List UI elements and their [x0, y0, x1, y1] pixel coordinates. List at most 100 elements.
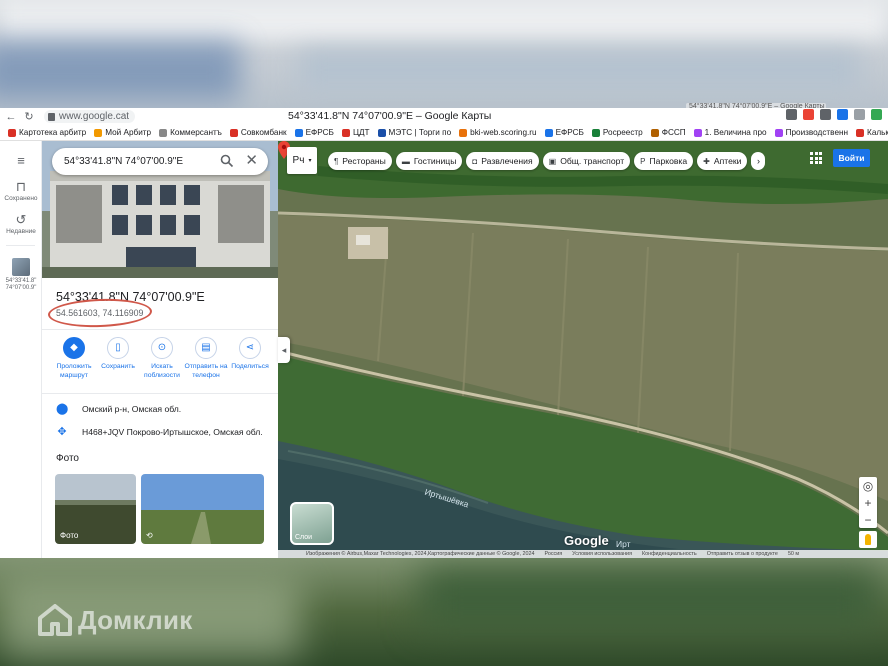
chip-parking[interactable]: P Парковка	[634, 152, 694, 170]
watermark-text: Домклик	[78, 604, 193, 635]
footer-item: Изображения © Airbus,Maxar Technologies,…	[306, 551, 535, 557]
photo-thumbnail[interactable]: Фото	[55, 474, 136, 544]
hamburger-icon: ≡	[17, 153, 25, 168]
bookmark-item[interactable]: Коммерсантъ	[159, 128, 222, 137]
bookmark-label: 1. Величина про	[704, 128, 767, 137]
parking-icon: P	[640, 156, 646, 166]
bookmark-item[interactable]: ЕФРСБ	[544, 128, 584, 137]
plus-code-row[interactable]: ✥ H468+JQV Покрово-Иртышское, Омская обл…	[56, 425, 262, 438]
bookmark-item[interactable]: Кальку	[856, 128, 888, 137]
hotel-icon: ▬	[401, 156, 410, 166]
recent-button[interactable]: ↺ Недавние	[0, 212, 42, 235]
back-icon[interactable]: ←	[4, 111, 18, 123]
address-text: Омский р-н, Омская обл.	[82, 403, 182, 414]
bookmark-label: ЕФРСБ	[555, 128, 584, 137]
bookmark-item[interactable]: ЦДТ	[341, 128, 370, 137]
search-icon[interactable]	[220, 154, 234, 168]
recent-place-item[interactable]: 54°33'41.8" 74°07'00.9"	[0, 258, 42, 292]
bookmark-label: ЕФРСБ	[305, 128, 334, 137]
pegman-icon[interactable]	[859, 531, 877, 548]
directions-icon: ◆	[63, 337, 85, 359]
plus-code-icon: ✥	[57, 426, 67, 438]
bookmark-item[interactable]: МЭТС | Торги по	[377, 128, 452, 137]
chip-hotel[interactable]: ▬ Гостиницы	[395, 152, 463, 170]
chip-label: Гостиницы	[413, 156, 457, 166]
action-buttons: ◆ Проложить маршрут ▯ Сохранить ⊙ Искать побл…	[52, 337, 272, 380]
footer-item[interactable]: Отправить отзыв о продукте	[707, 551, 778, 557]
saved-button[interactable]: ⊓ Сохранено	[0, 179, 42, 202]
footer-item: 50 м	[787, 551, 800, 557]
bookmark-item[interactable]: Совкомбанк	[229, 128, 287, 137]
bookmark-favicon-icon	[294, 128, 303, 137]
bookmark-favicon-icon	[229, 128, 238, 137]
bookmark-label: Производственн	[785, 128, 849, 137]
action-bookmark-button[interactable]: ▯ Сохранить	[96, 337, 140, 380]
transit-icon: ▣	[548, 156, 557, 166]
bookmark-item[interactable]: Росреестр	[591, 128, 643, 137]
extension-puzzle-icon[interactable]	[854, 109, 865, 120]
map-type-selector[interactable]: Рч ▾	[287, 147, 317, 174]
close-icon[interactable]: ✕	[245, 153, 258, 169]
bookmark-item[interactable]: Производственн	[774, 128, 849, 137]
extension-red-icon[interactable]	[803, 109, 814, 120]
footer-item[interactable]: Россия	[544, 551, 562, 557]
action-directions-button[interactable]: ◆ Проложить маршрут	[52, 337, 96, 380]
bookmark-label: Росреестр	[602, 128, 643, 137]
action-nearby-button[interactable]: ⊙ Искать поблизости	[140, 337, 184, 380]
action-share-button[interactable]: ⋖ Поделиться	[228, 337, 272, 380]
apps-grid-icon[interactable]	[810, 152, 822, 164]
side-rail: ≡ ⊓ Сохранено ↺ Недавние 54°33'41.8" 74°…	[0, 141, 42, 558]
nearby-icon: ⊙	[151, 337, 173, 359]
address-bar[interactable]: www.google.cat	[44, 110, 136, 123]
chip-restaurant[interactable]: ¶ Рестораны	[328, 152, 392, 170]
menu-button[interactable]: ≡	[0, 153, 42, 169]
collapse-panel-button[interactable]: ◂	[278, 337, 290, 363]
satellite-map[interactable]: Иртышёвка Ирт Рч ▾ ¶ Рестораны ▬ Гостиницы ◘…	[278, 141, 888, 558]
chip-camera[interactable]: ◘ Развлечения	[466, 152, 539, 170]
extension-gray-icon[interactable]	[820, 109, 831, 120]
bookmark-favicon-icon	[377, 128, 386, 137]
chevron-down-icon: ▾	[308, 158, 312, 164]
bookmark-item[interactable]: Мой Арбитр	[94, 128, 151, 137]
bookmark-label: МЭТС | Торги по	[388, 128, 452, 137]
layers-button[interactable]: Слои	[290, 502, 334, 545]
bookmark-item[interactable]: Картотека арбитр	[8, 128, 86, 137]
place-panel: 54°33'41.8"N 74°07'00.9"E ✕ 54°33'41.8"N…	[42, 141, 278, 558]
extension-green-icon[interactable]	[871, 109, 882, 120]
my-location-icon[interactable]: ◎	[859, 477, 877, 494]
footer-item[interactable]: Условия использования	[572, 551, 632, 557]
camera-icon: ◘	[472, 156, 478, 166]
bookmark-label: ЦДТ	[352, 128, 370, 137]
bookmark-item[interactable]: ЕФРСБ	[294, 128, 334, 137]
street-view-icon: ⟲	[146, 531, 153, 540]
bookmark-favicon-icon	[341, 128, 350, 137]
extension-blue-icon[interactable]	[837, 109, 848, 120]
bookmark-favicon-icon	[159, 128, 168, 137]
zoom-out-button[interactable]: −	[859, 511, 877, 528]
chip-pharmacy[interactable]: ✚ Аптеки	[697, 152, 748, 170]
zoom-in-button[interactable]: +	[859, 494, 877, 511]
bookmark-item[interactable]: bki-web.scoring.ru	[459, 128, 537, 137]
search-box[interactable]: 54°33'41.8"N 74°07'00.9"E ✕	[52, 148, 268, 175]
street-view-thumbnail[interactable]: ⟲	[141, 474, 264, 544]
bookmark-star-icon[interactable]	[786, 109, 797, 120]
chevron-left-icon: ◂	[281, 344, 287, 355]
bookmark-item[interactable]: ФССП	[650, 128, 686, 137]
phone-icon: ▤	[195, 337, 217, 359]
chips-next-button[interactable]: ›	[751, 152, 766, 170]
photo-label: Фото	[60, 531, 79, 540]
footer-item[interactable]: Конфиденциальность	[642, 551, 697, 557]
reload-icon[interactable]: ↻	[22, 110, 36, 123]
action-phone-button[interactable]: ▤ Отправить на телефон	[184, 337, 228, 380]
sign-in-button[interactable]: Войти	[833, 149, 870, 167]
share-icon: ⋖	[239, 337, 261, 359]
search-input[interactable]: 54°33'41.8"N 74°07'00.9"E	[64, 156, 183, 167]
saved-label: Сохранено	[4, 195, 38, 202]
map-controls: ◎ + −	[859, 477, 877, 528]
satellite-imagery	[278, 141, 888, 558]
address-row[interactable]: ⬤ Омский р-н, Омская обл.	[56, 402, 181, 415]
bookmark-favicon-icon	[591, 128, 600, 137]
chip-transit[interactable]: ▣ Общ. транспорт	[542, 152, 631, 170]
bookmark-item[interactable]: 1. Величина про	[693, 128, 767, 137]
chip-label: Развлечения	[481, 156, 533, 166]
